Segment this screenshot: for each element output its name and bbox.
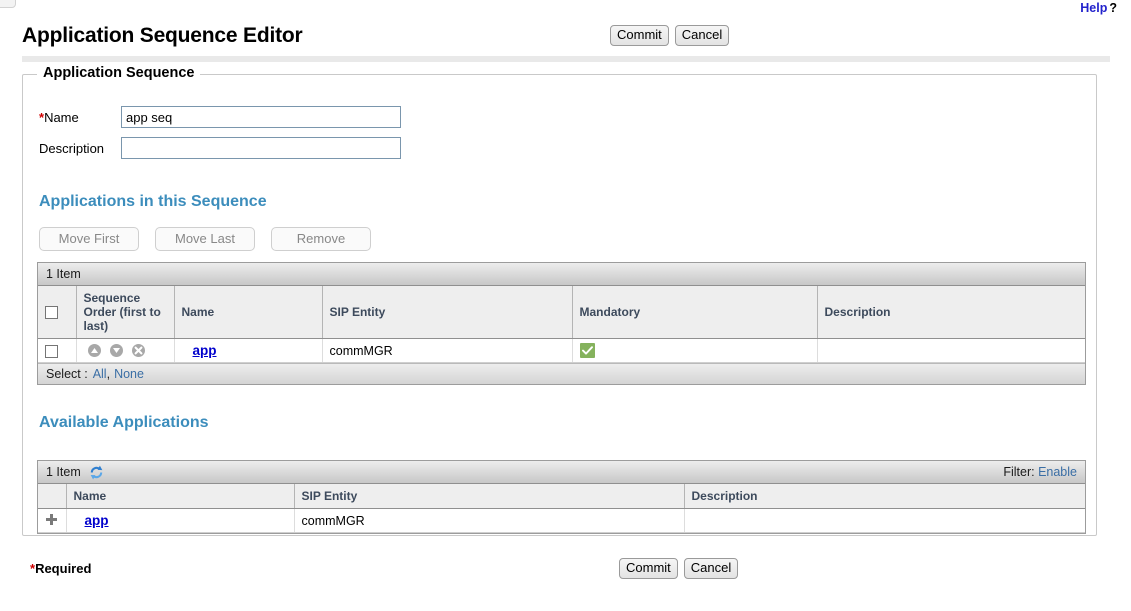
row-checkbox[interactable]: [45, 344, 58, 358]
help-bar: Help?: [1080, 1, 1117, 15]
description-label: Description: [39, 140, 105, 156]
sequence-name-header: Name: [174, 286, 323, 339]
row-select-cell: [38, 338, 77, 363]
fieldset-legend: Application Sequence: [37, 65, 201, 81]
available-sipentity-cell: commMGR: [294, 508, 685, 533]
available-item-count-wrap: 1 Item: [46, 465, 104, 480]
row-sipentity-cell: commMGR: [322, 338, 573, 363]
table-row[interactable]: app commMGR: [38, 338, 1085, 363]
move-up-icon[interactable]: [87, 344, 101, 357]
refresh-icon[interactable]: [89, 465, 104, 480]
sequence-description-header: Description: [817, 286, 1085, 339]
row-name-cell: app: [174, 338, 323, 363]
remove-button[interactable]: Remove: [271, 227, 371, 251]
select-comma: ,: [106, 367, 111, 381]
available-add-cell: [38, 508, 67, 533]
filter-controls: Filter: Enable: [1003, 465, 1077, 479]
row-mandatory-cell: [572, 338, 818, 363]
application-link-app[interactable]: app: [193, 343, 217, 358]
sequence-table-topbar: 1 Item: [38, 263, 1085, 286]
move-first-button[interactable]: Move First: [39, 227, 139, 251]
available-name-cell: app: [66, 508, 295, 533]
available-table-topbar: 1 Item Filter: Enable: [38, 461, 1085, 484]
cancel-button-top[interactable]: Cancel: [674, 25, 730, 46]
available-header-row: Name SIP Entity Description: [38, 484, 1085, 509]
available-name-header: Name: [66, 484, 295, 509]
available-applications-table: 1 Item Filter: Enable Name SIP Entity De…: [37, 460, 1086, 534]
row-description-cell: [817, 338, 1085, 363]
header-separator-bar: [22, 56, 1110, 62]
page-title: Application Sequence Editor: [22, 24, 303, 47]
select-all-checkbox[interactable]: [45, 306, 58, 320]
available-sipentity-header: SIP Entity: [294, 484, 685, 509]
sequence-mandatory-header: Mandatory: [572, 286, 818, 339]
name-input[interactable]: [121, 106, 401, 128]
sequence-order-header: Sequence Order (first to last): [76, 286, 175, 339]
application-sequence-fieldset: Application Sequence *Name Description A…: [22, 65, 1097, 536]
row-order-cell: [76, 338, 175, 363]
sequence-select-all-header: [38, 286, 77, 339]
commit-button-bottom[interactable]: Commit: [619, 558, 678, 579]
sequence-grid: Sequence Order (first to last) Name SIP …: [38, 286, 1085, 363]
sequence-table-footer: Select : All , None: [38, 363, 1085, 384]
sequence-header-row: Sequence Order (first to last) Name SIP …: [38, 286, 1085, 339]
sequence-table: 1 Item Sequence Order (first to last) Na…: [37, 262, 1086, 385]
select-none-link[interactable]: None: [114, 367, 144, 381]
sequence-action-buttons: Move First Move Last Remove: [39, 227, 371, 251]
required-note: *Required: [30, 561, 91, 576]
available-item-count: 1 Item: [46, 465, 81, 479]
filter-label: Filter:: [1003, 465, 1035, 479]
table-row[interactable]: app commMGR: [38, 508, 1085, 533]
commit-button-top[interactable]: Commit: [610, 25, 669, 46]
select-label: Select :: [46, 367, 88, 381]
cancel-button-bottom[interactable]: Cancel: [683, 558, 739, 579]
add-plus-icon[interactable]: [45, 512, 59, 526]
sequence-sipentity-header: SIP Entity: [322, 286, 573, 339]
application-sequence-editor-page: Help? Application Sequence Editor Commit…: [0, 0, 1131, 611]
help-question-mark-icon[interactable]: ?: [1109, 1, 1117, 15]
required-label: Required: [35, 561, 92, 576]
description-input[interactable]: [121, 137, 401, 159]
move-down-icon[interactable]: [109, 344, 123, 357]
available-add-header: [38, 484, 67, 509]
order-icon-group: [84, 344, 167, 357]
select-all-link[interactable]: All: [93, 367, 107, 381]
description-row: Description: [39, 137, 401, 159]
top-left-panel-corner: [0, 0, 16, 8]
bottom-action-buttons: Commit Cancel: [619, 558, 739, 579]
applications-in-sequence-heading: Applications in this Sequence: [39, 193, 267, 210]
top-action-buttons: Commit Cancel: [610, 25, 730, 46]
mandatory-checked-icon: [579, 343, 595, 358]
available-applications-heading: Available Applications: [39, 414, 209, 431]
name-row: *Name: [39, 106, 401, 128]
help-link[interactable]: Help: [1080, 1, 1107, 15]
available-application-link-app[interactable]: app: [85, 513, 109, 528]
filter-enable-link[interactable]: Enable: [1038, 465, 1077, 479]
sequence-item-count-wrap: 1 Item: [46, 267, 81, 281]
move-last-button[interactable]: Move Last: [155, 227, 255, 251]
available-description-header: Description: [684, 484, 1085, 509]
available-grid: Name SIP Entity Description app commMGR: [38, 484, 1085, 533]
sequence-item-count: 1 Item: [46, 267, 81, 281]
delete-x-icon[interactable]: [131, 344, 145, 357]
available-description-cell: [684, 508, 1085, 533]
name-label: *Name: [39, 109, 79, 125]
